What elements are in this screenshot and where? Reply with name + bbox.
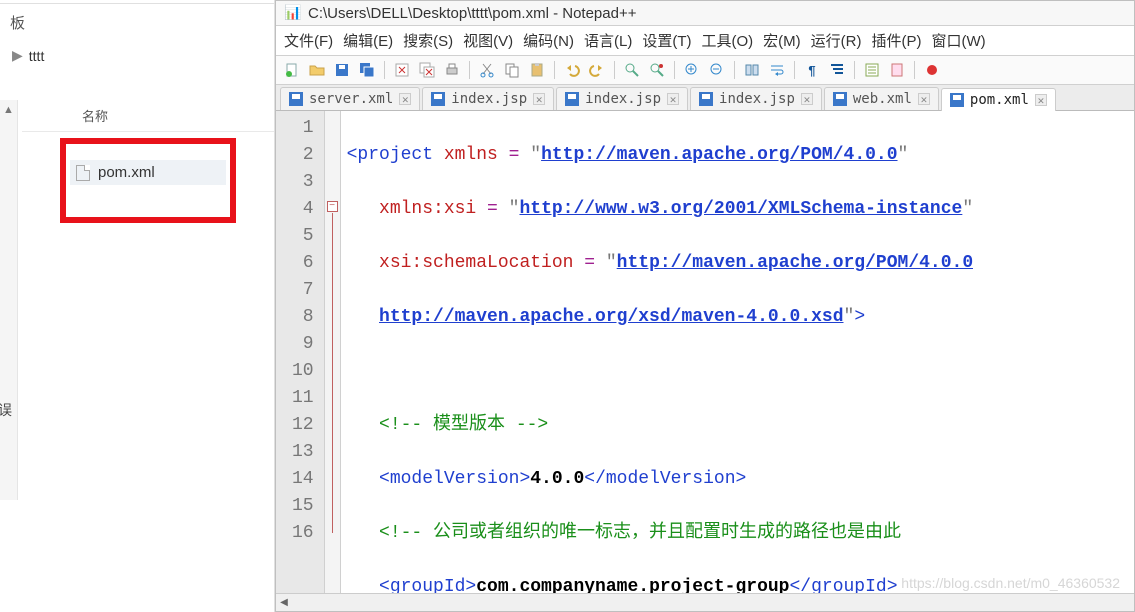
doc-map-icon[interactable]	[887, 60, 907, 80]
menu-tools[interactable]: 工具(O)	[701, 30, 753, 51]
copy-icon[interactable]	[502, 60, 522, 80]
menu-file[interactable]: 文件(F)	[284, 30, 333, 51]
close-tab-icon[interactable]: ✕	[667, 93, 679, 105]
sync-icon[interactable]	[742, 60, 762, 80]
close-tab-icon[interactable]: ✕	[918, 93, 930, 105]
tab-index-jsp-3[interactable]: index.jsp✕	[690, 87, 822, 110]
cut-icon[interactable]	[477, 60, 497, 80]
tab-server-xml[interactable]: server.xml✕	[280, 87, 420, 110]
app-icon: 📊	[284, 4, 302, 22]
menu-macro[interactable]: 宏(M)	[763, 30, 801, 51]
disk-icon	[950, 93, 964, 107]
disk-icon	[833, 92, 847, 106]
toolbar: ¶	[276, 56, 1134, 85]
tree-root-label: tttt	[29, 48, 45, 64]
fold-guide-line	[332, 213, 333, 533]
menu-settings[interactable]: 设置(T)	[642, 30, 691, 51]
print-icon[interactable]	[442, 60, 462, 80]
menu-run[interactable]: 运行(R)	[811, 30, 862, 51]
tab-pom-xml[interactable]: pom.xml✕	[941, 88, 1056, 111]
close-all-icon[interactable]	[417, 60, 437, 80]
zoom-out-icon[interactable]	[707, 60, 727, 80]
fold-minus-icon[interactable]: −	[327, 201, 338, 212]
redo-icon[interactable]	[587, 60, 607, 80]
titlebar: 📊 C:\Users\DELL\Desktop\tttt\pom.xml - N…	[276, 1, 1134, 26]
menu-edit[interactable]: 编辑(E)	[343, 30, 393, 51]
chevron-right-icon: ▶	[12, 47, 23, 64]
arrow-up-icon: ▲	[3, 104, 14, 116]
menu-search[interactable]: 搜索(S)	[403, 30, 453, 51]
undo-icon[interactable]	[562, 60, 582, 80]
close-tab-icon[interactable]: ✕	[801, 93, 813, 105]
replace-icon[interactable]	[647, 60, 667, 80]
ide-project-panel: 板 ▶ tttt ▲ 名称 pom.xml 误	[0, 0, 275, 612]
tab-index-jsp-2[interactable]: index.jsp✕	[556, 87, 688, 110]
menu-window[interactable]: 窗口(W)	[931, 30, 985, 51]
watermark-text: https://blog.csdn.net/m0_46360532	[901, 575, 1120, 591]
tab-web-xml[interactable]: web.xml✕	[824, 87, 939, 110]
file-name-label: pom.xml	[98, 164, 155, 181]
column-header-name: 名称	[22, 100, 274, 132]
open-icon[interactable]	[307, 60, 327, 80]
disk-icon	[289, 92, 303, 106]
vertical-scroll-strip[interactable]: ▲	[0, 100, 18, 500]
menu-language[interactable]: 语言(L)	[584, 30, 632, 51]
menu-view[interactable]: 视图(V)	[463, 30, 513, 51]
notepadpp-window: 📊 C:\Users\DELL\Desktop\tttt\pom.xml - N…	[275, 0, 1135, 612]
disk-icon	[565, 92, 579, 106]
file-row-pom[interactable]: pom.xml	[70, 160, 226, 185]
new-file-icon[interactable]	[282, 60, 302, 80]
disk-icon	[699, 92, 713, 106]
find-icon[interactable]	[622, 60, 642, 80]
disk-icon	[431, 92, 445, 106]
horizontal-scrollbar[interactable]: ◀	[276, 593, 1134, 611]
line-number-gutter: 12345678910111213141516	[276, 111, 325, 593]
save-icon[interactable]	[332, 60, 352, 80]
menubar: 文件(F) 编辑(E) 搜索(S) 视图(V) 编码(N) 语言(L) 设置(T…	[276, 26, 1134, 56]
close-tab-icon[interactable]: ✕	[1035, 94, 1047, 106]
record-macro-icon[interactable]	[922, 60, 942, 80]
indent-guide-icon[interactable]	[827, 60, 847, 80]
code-editor[interactable]: 12345678910111213141516 − <project xmlns…	[276, 111, 1134, 593]
wrap-icon[interactable]	[767, 60, 787, 80]
fold-column[interactable]: −	[325, 111, 341, 593]
panel-title: 板	[0, 4, 274, 41]
tree-root-row[interactable]: ▶ tttt	[0, 41, 274, 70]
tab-bar: server.xml✕ index.jsp✕ index.jsp✕ index.…	[276, 85, 1134, 111]
zoom-in-icon[interactable]	[682, 60, 702, 80]
code-area[interactable]: <project xmlns = "http://maven.apache.or…	[341, 111, 974, 593]
menu-plugins[interactable]: 插件(P)	[871, 30, 921, 51]
file-icon	[76, 165, 90, 181]
tab-index-jsp-1[interactable]: index.jsp✕	[422, 87, 554, 110]
paste-icon[interactable]	[527, 60, 547, 80]
close-icon[interactable]	[392, 60, 412, 80]
save-all-icon[interactable]	[357, 60, 377, 80]
side-label: 误	[0, 400, 12, 420]
menu-encoding[interactable]: 编码(N)	[523, 30, 574, 51]
close-tab-icon[interactable]: ✕	[399, 93, 411, 105]
show-all-chars-icon[interactable]: ¶	[802, 60, 822, 80]
func-list-icon[interactable]	[862, 60, 882, 80]
scroll-left-icon[interactable]: ◀	[276, 597, 292, 608]
annotation-highlight-box: pom.xml	[60, 138, 236, 223]
close-tab-icon[interactable]: ✕	[533, 93, 545, 105]
window-title: C:\Users\DELL\Desktop\tttt\pom.xml - Not…	[308, 5, 636, 22]
